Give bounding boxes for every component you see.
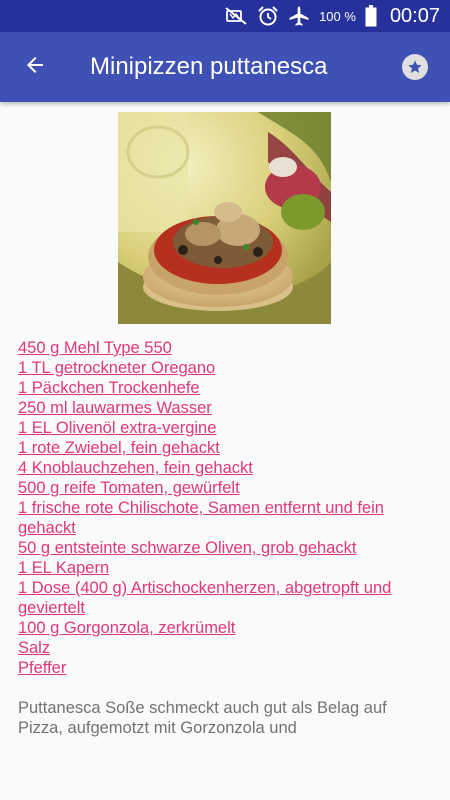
battery-icon [365,5,377,27]
arrow-left-icon [23,53,47,82]
ingredient-link[interactable]: 4 Knoblauchzehen, fein gehackt [18,459,253,477]
ingredient-link[interactable]: Pfeffer [18,659,66,677]
ingredient-item[interactable]: 1 rote Zwiebel, fein gehackt [18,438,432,458]
ingredient-link[interactable]: 450 g Mehl Type 550 [18,339,172,357]
recipe-note: Puttanesca Soße schmeckt auch gut als Be… [18,699,387,737]
ingredient-item[interactable]: 1 EL Kapern [18,558,432,578]
app-bar: Minipizzen puttanesca [0,32,450,102]
ingredient-link[interactable]: 1 EL Kapern [18,559,109,577]
ingredient-item[interactable]: 4 Knoblauchzehen, fein gehackt [18,458,432,478]
ingredient-item[interactable]: 1 EL Olivenöl extra-vergine [18,418,432,438]
ingredient-item[interactable]: 1 Dose (400 g) Artischockenherzen, abget… [18,578,432,618]
ingredient-link[interactable]: 1 EL Olivenöl extra-vergine [18,419,216,437]
mute-icon [224,7,248,25]
alarm-icon [257,5,279,27]
ingredient-item[interactable]: 1 Päckchen Trockenhefe [18,378,432,398]
ingredient-item[interactable]: Pfeffer [18,658,432,678]
star-icon [402,54,428,80]
ingredient-item[interactable]: 1 frische rote Chilischote, Samen entfer… [18,498,432,538]
ingredient-link[interactable]: 1 rote Zwiebel, fein gehackt [18,439,220,457]
ingredient-link[interactable]: 1 frische rote Chilischote, Samen entfer… [18,499,384,537]
ingredient-link[interactable]: 1 Dose (400 g) Artischockenherzen, abget… [18,579,391,617]
ingredient-link[interactable]: 250 ml lauwarmes Wasser [18,399,212,417]
status-bar: 100 % 00:07 [0,0,450,32]
favorite-button[interactable] [385,32,445,102]
back-button[interactable] [0,32,70,102]
ingredient-link[interactable]: 1 TL getrockneter Oregano [18,359,215,377]
ingredient-item[interactable]: 250 ml lauwarmes Wasser [18,398,432,418]
ingredient-item[interactable]: Salz [18,638,432,658]
ingredient-item[interactable]: 1 TL getrockneter Oregano [18,358,432,378]
ingredient-link[interactable]: 100 g Gorgonzola, zerkrümelt [18,619,235,637]
ingredient-item[interactable]: 500 g reife Tomaten, gewürfelt [18,478,432,498]
ingredient-item[interactable]: 100 g Gorgonzola, zerkrümelt [18,618,432,638]
ingredient-item[interactable]: 450 g Mehl Type 550 [18,338,432,358]
recipe-content: 450 g Mehl Type 550 1 TL getrockneter Or… [0,102,450,800]
page-title: Minipizzen puttanesca [90,53,328,80]
ingredient-link[interactable]: 500 g reife Tomaten, gewürfelt [18,479,240,497]
ingredient-item[interactable]: 50 g entsteinte schwarze Oliven, grob ge… [18,538,432,558]
ingredient-link[interactable]: Salz [18,639,50,657]
battery-percent: 100 % [319,8,356,24]
airplane-mode-icon [288,5,310,27]
ingredient-link[interactable]: 1 Päckchen Trockenhefe [18,379,200,397]
ingredient-list: 450 g Mehl Type 550 1 TL getrockneter Or… [18,338,432,678]
clock: 00:07 [389,4,440,27]
ingredient-link[interactable]: 50 g entsteinte schwarze Oliven, grob ge… [18,539,356,557]
recipe-image [118,112,331,324]
